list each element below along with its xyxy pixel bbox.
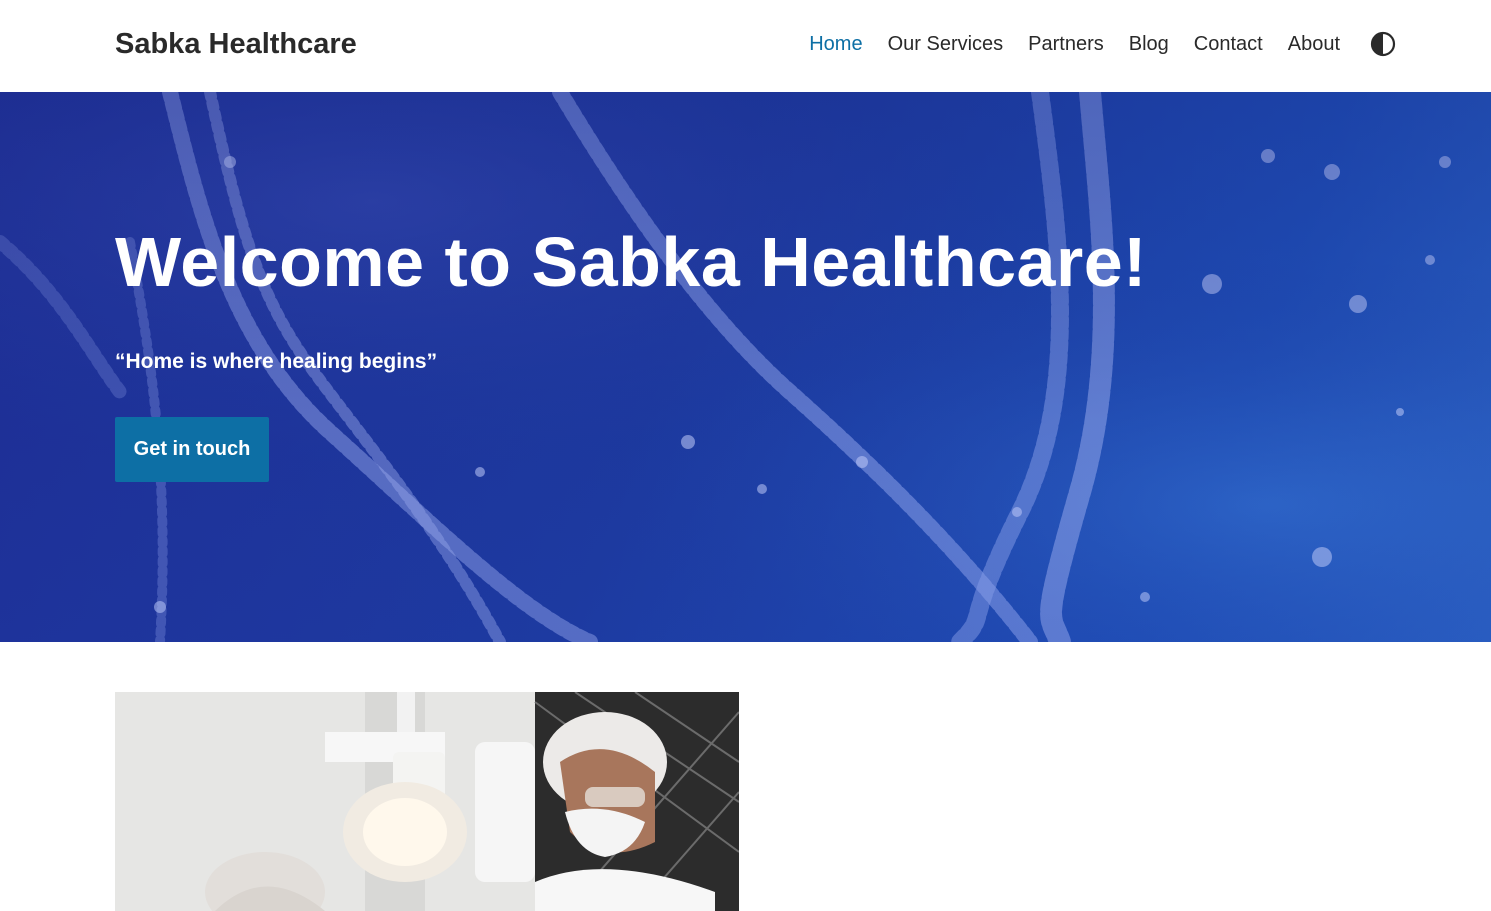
nav-link-home[interactable]: Home [809,33,862,55]
nav-link-services[interactable]: Our Services [888,33,1004,55]
page: Sabka Healthcare Home Our Services Partn… [0,0,1491,911]
site-header: Sabka Healthcare Home Our Services Partn… [0,0,1491,92]
nav-item-services: Our Services [888,32,1004,56]
nav-item-blog: Blog [1129,32,1169,56]
nav-link-contact[interactable]: Contact [1194,33,1263,55]
get-in-touch-button[interactable]: Get in touch [115,417,269,482]
nav-item-partners: Partners [1028,32,1104,56]
hero-section: Welcome to Sabka Healthcare! “Home is wh… [0,92,1491,642]
medical-staff-photo [115,692,739,911]
nav-link-about[interactable]: About [1288,33,1340,55]
nav-item-home: Home [809,32,862,56]
contrast-icon [1370,31,1396,57]
nav-link-blog[interactable]: Blog [1129,33,1169,55]
nav-item-contact: Contact [1194,32,1263,56]
nav-item-about: About [1288,32,1340,56]
medical-staff-illustration [115,692,739,911]
site-brand[interactable]: Sabka Healthcare [115,28,357,61]
nav-list: Home Our Services Partners Blog Contact … [809,32,1340,56]
theme-toggle-button[interactable] [1370,31,1396,57]
hero-quote: “Home is where healing begins” [115,350,438,373]
hero-title: Welcome to Sabka Healthcare! [115,223,1147,301]
nav-link-partners[interactable]: Partners [1028,33,1104,55]
